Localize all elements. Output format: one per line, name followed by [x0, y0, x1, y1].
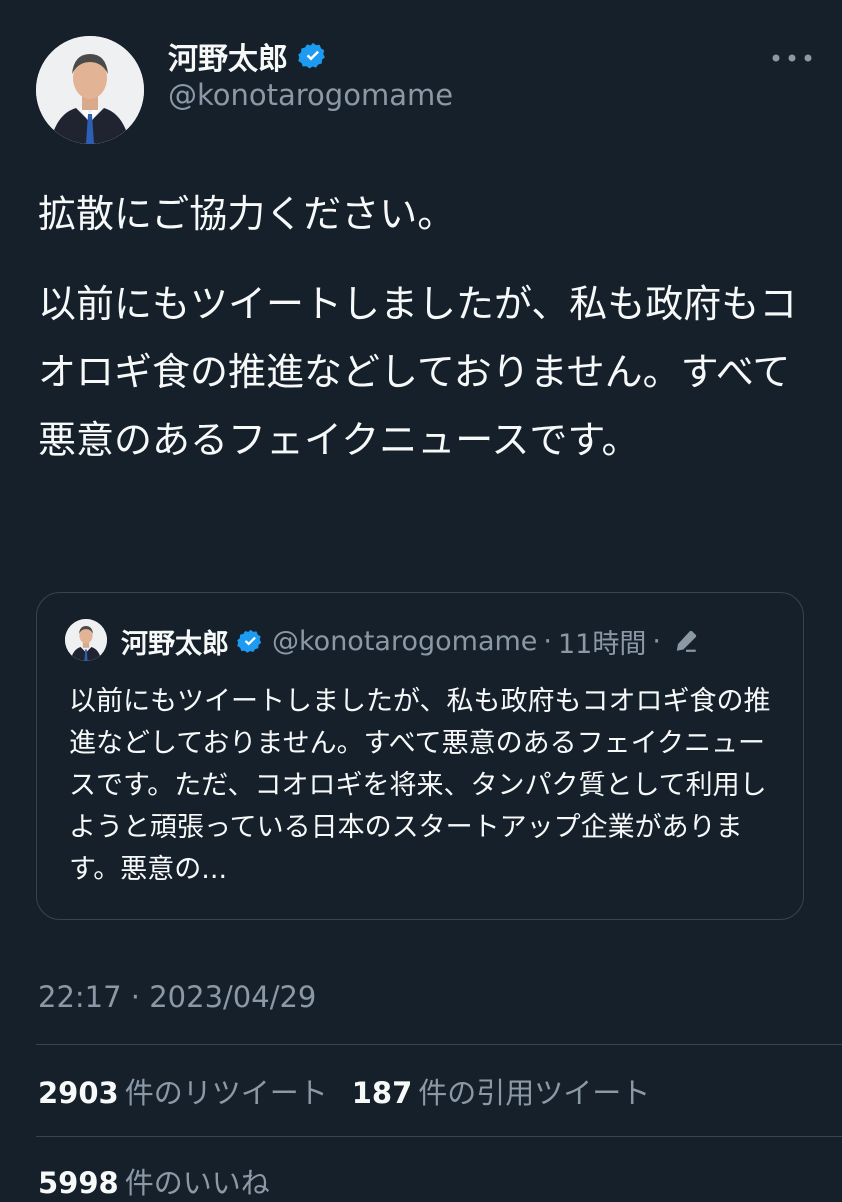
author-avatar[interactable] [36, 36, 144, 144]
quote-tweets-stat[interactable]: 187 件の引用ツイート [352, 1070, 651, 1112]
tweet-text-paragraph-1: 拡散にご協力ください。 [38, 192, 456, 236]
retweets-count: 2903 [38, 1076, 119, 1110]
quoted-author-avatar [65, 619, 107, 661]
likes-label: 件のいいね [124, 1166, 270, 1200]
retweets-stat[interactable]: 2903 件のリツイート [38, 1070, 328, 1112]
verified-badge-icon [237, 628, 264, 655]
quoted-author-name: 河野太郎 [121, 628, 229, 660]
likes-stat[interactable]: 5998 件のいいね [38, 1160, 270, 1202]
engagement-stats-row: 2903 件のリツイート 187 件の引用ツイート [38, 1070, 650, 1112]
author-handle[interactable]: @konotarogomame [168, 78, 453, 112]
author-name-row[interactable]: 河野太郎 [168, 34, 328, 78]
quoted-author-handle: @konotarogomame [272, 625, 538, 657]
quoted-tweet-time: 11時間 [558, 628, 647, 660]
tweet-timestamp[interactable]: 22:17 · 2023/04/29 [38, 980, 316, 1014]
separator-dot: · [652, 625, 661, 657]
separator-dot: · [543, 625, 552, 657]
quoted-tweet-header: 河野太郎 @konotarogomame · 11時間 · [121, 621, 699, 661]
avatar-portrait-icon [36, 36, 144, 144]
quoted-tweet-card[interactable]: 河野太郎 @konotarogomame · 11時間 · 以前にもツイートしま… [36, 592, 804, 920]
divider [36, 1136, 842, 1137]
more-options-icon[interactable] [770, 40, 814, 70]
quote-tweets-count: 187 [351, 1076, 413, 1110]
tweet-text-paragraph-2: 以前にもツイートしましたが、私も政府もコオロギ食の推進などしておりません。すべて… [38, 282, 798, 462]
divider [36, 1044, 842, 1045]
verified-badge-icon [298, 41, 328, 71]
likes-count: 5998 [38, 1166, 119, 1200]
quoted-tweet-text: 以前にもツイートしましたが、私も政府もコオロギ食の推進などしておりません。すべて… [69, 686, 771, 885]
retweets-label: 件のリツイート [124, 1076, 328, 1110]
avatar-portrait-icon [65, 619, 107, 661]
author-name[interactable]: 河野太郎 [168, 34, 288, 78]
edit-pencil-icon [673, 628, 699, 654]
quote-tweets-label: 件の引用ツイート [418, 1076, 651, 1110]
